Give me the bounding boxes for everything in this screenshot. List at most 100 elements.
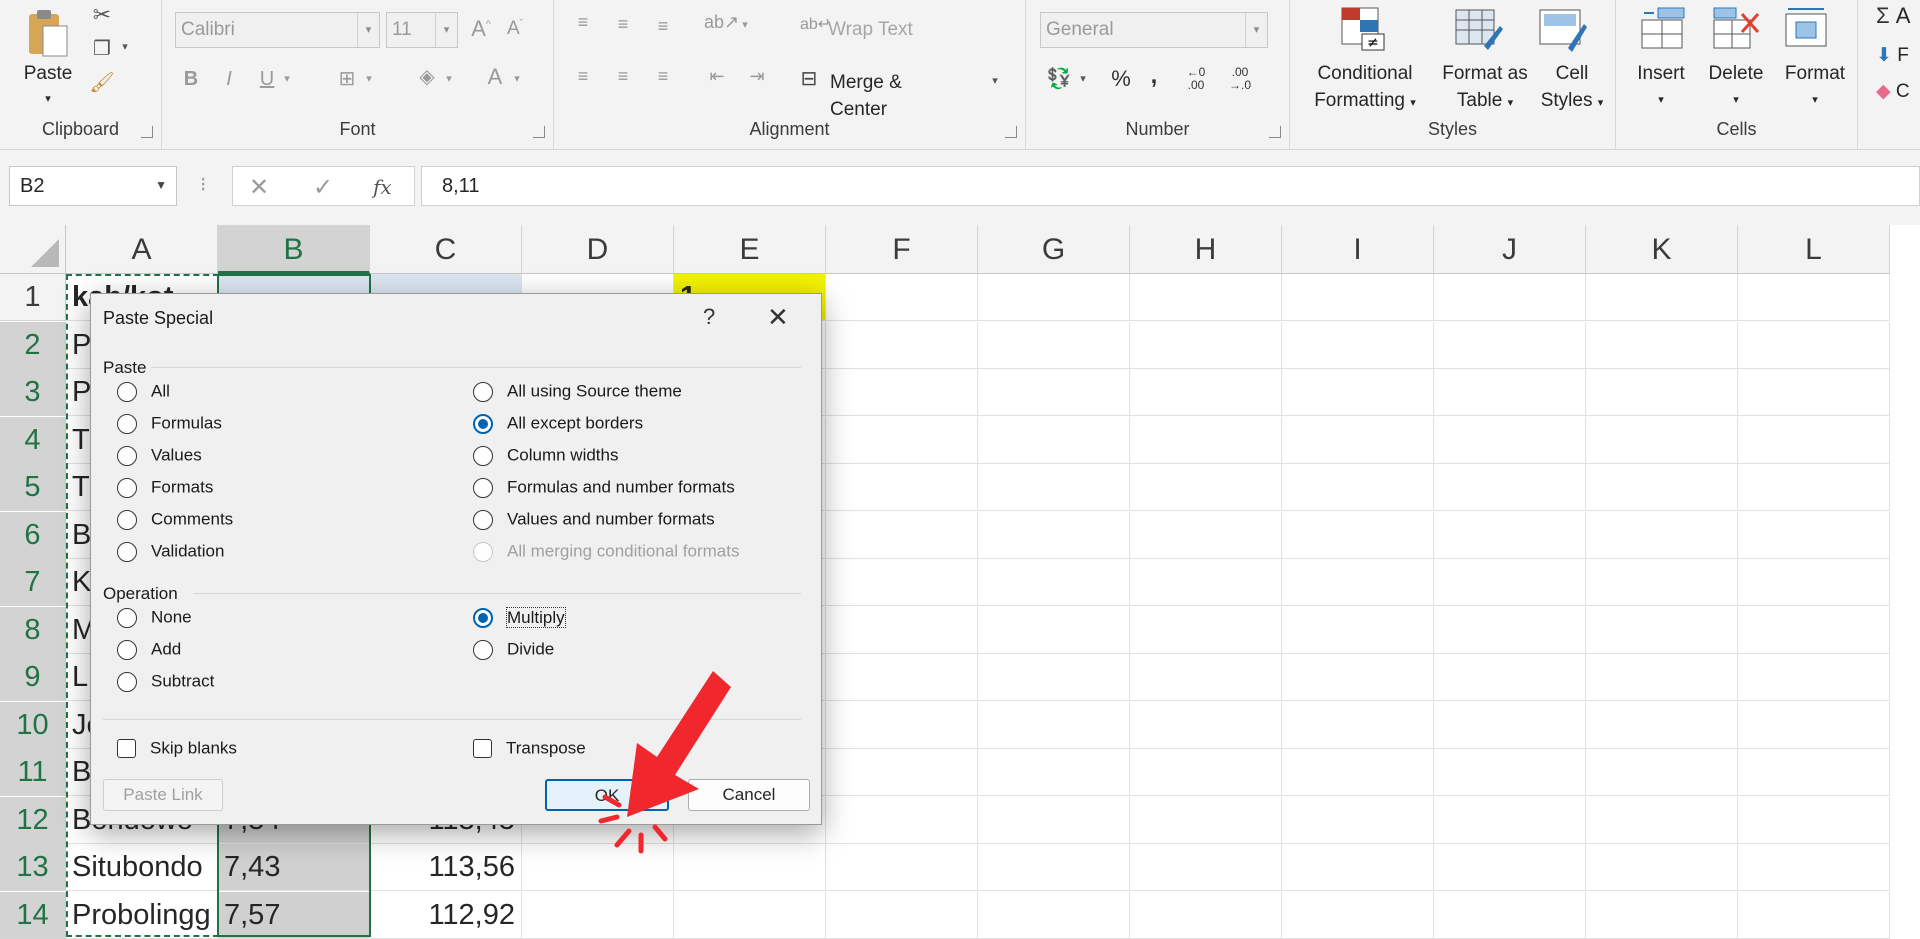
cell-k6[interactable] <box>1586 511 1738 559</box>
cell-j14[interactable] <box>1434 891 1586 939</box>
cell-j1[interactable] <box>1434 274 1586 321</box>
insert-function-icon[interactable]: fx <box>373 175 392 199</box>
cell-k9[interactable] <box>1586 654 1738 701</box>
cell-g6[interactable] <box>978 511 1130 559</box>
cell-a13[interactable]: Situbondo <box>66 844 218 891</box>
cell-f2[interactable] <box>826 321 978 369</box>
conditional-formatting-button[interactable]: Conditional Formatting ▾ <box>1290 60 1440 117</box>
merge-center-button[interactable]: Merge & Center <box>830 69 960 123</box>
increase-decimal-icon[interactable]: ←0.00 <box>1178 66 1214 92</box>
paste-dropdown-icon[interactable]: ▾ <box>38 86 58 113</box>
cell-k12[interactable] <box>1586 796 1738 844</box>
row-header-12[interactable]: 12 <box>0 796 66 844</box>
cell-h14[interactable] <box>1130 891 1282 939</box>
format-painter-icon[interactable]: 🖌 <box>88 70 116 95</box>
cell-i7[interactable] <box>1282 559 1434 606</box>
radio-formulas[interactable]: Formulas <box>117 412 222 438</box>
cell-i4[interactable] <box>1282 416 1434 464</box>
cell-j12[interactable] <box>1434 796 1586 844</box>
cell-i1[interactable] <box>1282 274 1434 321</box>
skip-blanks-checkbox[interactable]: Skip blanks <box>117 737 237 763</box>
cell-c13[interactable]: 113,56 <box>370 844 522 891</box>
cell-j4[interactable] <box>1434 416 1586 464</box>
row-header-2[interactable]: 2 <box>0 321 66 369</box>
align-top-icon[interactable]: ≡ <box>570 12 596 33</box>
formula-input[interactable]: 8,11 <box>421 166 1920 206</box>
cell-l6[interactable] <box>1738 511 1890 559</box>
row-header-5[interactable]: 5 <box>0 464 66 511</box>
cell-j9[interactable] <box>1434 654 1586 701</box>
cell-j7[interactable] <box>1434 559 1586 606</box>
cell-i10[interactable] <box>1282 701 1434 749</box>
cell-g7[interactable] <box>978 559 1130 606</box>
radio-column-widths[interactable]: Column widths <box>473 444 619 470</box>
cell-j3[interactable] <box>1434 369 1586 416</box>
column-header-g[interactable]: G <box>978 225 1130 274</box>
cell-h1[interactable] <box>1130 274 1282 321</box>
underline-dropdown-icon[interactable]: ▾ <box>280 72 294 85</box>
fill-color-icon[interactable]: ◈ <box>414 64 440 89</box>
fill-button[interactable]: ⬇ F <box>1876 42 1920 69</box>
cell-g10[interactable] <box>978 701 1130 749</box>
delete-button[interactable]: Delete ▾ <box>1700 60 1772 114</box>
cell-g13[interactable] <box>978 844 1130 891</box>
cell-j11[interactable] <box>1434 749 1586 796</box>
font-name-combo[interactable]: Calibri ▾ <box>175 12 380 48</box>
align-left-icon[interactable]: ≡ <box>570 66 596 87</box>
decrease-indent-icon[interactable]: ⇤ <box>704 66 730 87</box>
borders-icon[interactable]: ⊞ <box>334 66 360 91</box>
cell-f5[interactable] <box>826 464 978 511</box>
cancel-icon[interactable]: ✕ <box>249 173 269 202</box>
comma-style-icon[interactable]: , <box>1144 62 1164 90</box>
name-box[interactable]: B2 ▼ <box>9 166 177 206</box>
cell-f8[interactable] <box>826 606 978 654</box>
column-header-c[interactable]: C <box>370 225 522 274</box>
align-right-icon[interactable]: ≡ <box>650 66 676 87</box>
paste-link-button[interactable]: Paste Link <box>103 779 223 811</box>
cell-l14[interactable] <box>1738 891 1890 939</box>
row-header-10[interactable]: 10 <box>0 701 66 749</box>
cell-k11[interactable] <box>1586 749 1738 796</box>
accounting-format-icon[interactable]: 💱 <box>1044 66 1074 91</box>
cell-k2[interactable] <box>1586 321 1738 369</box>
font-color-dropdown-icon[interactable]: ▾ <box>510 72 524 85</box>
cell-l2[interactable] <box>1738 321 1890 369</box>
align-bottom-icon[interactable]: ≡ <box>650 16 676 37</box>
cell-i11[interactable] <box>1282 749 1434 796</box>
cell-f11[interactable] <box>826 749 978 796</box>
number-launcher-icon[interactable] <box>1269 126 1281 138</box>
fill-color-dropdown-icon[interactable]: ▾ <box>442 72 456 85</box>
cell-f13[interactable] <box>826 844 978 891</box>
column-header-h[interactable]: H <box>1130 225 1282 274</box>
cell-l8[interactable] <box>1738 606 1890 654</box>
cell-j2[interactable] <box>1434 321 1586 369</box>
clear-button[interactable]: ◆ C <box>1876 78 1920 105</box>
clipboard-launcher-icon[interactable] <box>141 126 153 138</box>
cell-i8[interactable] <box>1282 606 1434 654</box>
column-header-l[interactable]: L <box>1738 225 1890 274</box>
cell-k4[interactable] <box>1586 416 1738 464</box>
insert-button[interactable]: Insert ▾ <box>1626 60 1696 114</box>
row-header-6[interactable]: 6 <box>0 511 66 559</box>
format-button[interactable]: Format ▾ <box>1772 60 1858 114</box>
accounting-dropdown-icon[interactable]: ▾ <box>1076 72 1090 85</box>
cell-f7[interactable] <box>826 559 978 606</box>
increase-indent-icon[interactable]: ⇥ <box>744 66 770 87</box>
cell-h8[interactable] <box>1130 606 1282 654</box>
cell-i3[interactable] <box>1282 369 1434 416</box>
cell-g11[interactable] <box>978 749 1130 796</box>
row-header-9[interactable]: 9 <box>0 654 66 701</box>
column-header-e[interactable]: E <box>674 225 826 274</box>
cell-l3[interactable] <box>1738 369 1890 416</box>
column-header-b[interactable]: B <box>218 225 370 274</box>
cell-g3[interactable] <box>978 369 1130 416</box>
bold-icon[interactable]: B <box>180 68 202 91</box>
cell-h7[interactable] <box>1130 559 1282 606</box>
cell-f6[interactable] <box>826 511 978 559</box>
cell-f10[interactable] <box>826 701 978 749</box>
help-icon[interactable]: ? <box>703 304 715 330</box>
cell-h2[interactable] <box>1130 321 1282 369</box>
font-size-combo[interactable]: 11 ▾ <box>386 12 458 48</box>
cell-l5[interactable] <box>1738 464 1890 511</box>
row-header-4[interactable]: 4 <box>0 416 66 464</box>
